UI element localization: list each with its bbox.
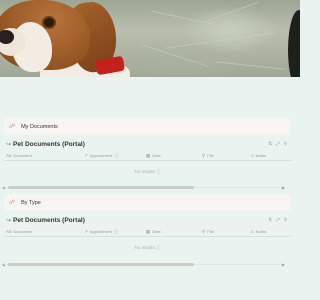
expand-icon[interactable]: ⤢ [276,217,280,223]
column-appointment[interactable]: ↗ Appointment ⓘ [84,229,146,235]
section-header-label: By Type [21,199,41,206]
database-title[interactable]: Pet Documents (Portal) [13,217,85,224]
title-icon: Aa [6,153,12,158]
section-header-label: My Documents [21,123,58,130]
section-header-my-documents[interactable]: ☍ My Documents [4,118,291,135]
info-icon: ⓘ [156,169,161,174]
column-notes[interactable]: ≡ Notes [251,229,291,234]
link-icon: ☍ [9,200,16,206]
info-icon: ⓘ [114,228,119,234]
horizontal-scrollbar[interactable]: ◀ ▶ [0,262,287,267]
column-file[interactable]: ⚲ File [202,229,251,235]
section-header-by-type[interactable]: ☍ By Type [4,194,291,211]
scroll-right-icon[interactable]: ▶ [282,185,285,190]
expand-icon[interactable]: ⤢ [276,141,280,147]
linked-database-icon: ↪ [6,141,12,148]
database-actions: ⇅ ⤢ ⚲ [268,217,287,223]
attachment-icon: ⚲ [202,228,206,234]
documents-section-2: ☍ By Type ↪ Pet Documents (Portal) ⇅ ⤢ ⚲… [4,194,291,251]
column-headers: Aa Document ↗ Appointment ⓘ ▦ Date ⚲ Fil… [4,151,291,161]
scroll-thumb[interactable] [8,263,194,266]
database-title-row: ↪ Pet Documents (Portal) ⇅ ⤢ ⚲ [4,139,291,149]
cover-image [0,0,300,77]
column-date[interactable]: ▦ Date [146,229,202,235]
search-icon[interactable]: ⚲ [284,141,287,147]
beagle-photo [0,0,150,77]
search-icon[interactable]: ⚲ [284,217,287,223]
database-title[interactable]: Pet Documents (Portal) [13,141,85,148]
column-headers: Aa Document ↗ Appointment ⓘ ▦ Date ⚲ Fil… [4,227,291,237]
no-results-message: No results ⓘ [134,245,161,250]
column-file[interactable]: ⚲ File [202,153,251,159]
link-icon: ☍ [9,124,16,130]
filter-icon[interactable]: ⇅ [268,141,272,147]
attachment-icon: ⚲ [202,152,206,158]
scroll-right-icon[interactable]: ▶ [282,262,285,267]
database-actions: ⇅ ⤢ ⚲ [268,141,287,147]
text-icon: ≡ [251,229,254,234]
column-date[interactable]: ▦ Date [146,153,202,159]
linked-database-icon: ↪ [6,217,12,224]
horizontal-scrollbar[interactable]: ◀ ▶ [0,185,287,190]
calendar-icon: ▦ [146,152,151,158]
calendar-icon: ▦ [146,228,151,234]
title-icon: Aa [6,229,12,234]
column-document[interactable]: Aa Document [4,229,84,234]
no-results-message: No results ⓘ [134,169,161,174]
relation-icon: ↗ [84,152,88,158]
column-document[interactable]: Aa Document [4,153,84,158]
text-icon: ≡ [251,153,254,158]
info-icon: ⓘ [156,245,161,250]
info-icon: ⓘ [114,152,119,158]
database-title-row: ↪ Pet Documents (Portal) ⇅ ⤢ ⚲ [4,215,291,225]
scroll-thumb[interactable] [8,186,194,189]
column-notes[interactable]: ≡ Notes [251,153,291,158]
documents-section-1: ☍ My Documents ↪ Pet Documents (Portal) … [4,118,291,175]
relation-icon: ↗ [84,228,88,234]
column-appointment[interactable]: ↗ Appointment ⓘ [84,153,146,159]
filter-icon[interactable]: ⇅ [268,217,272,223]
